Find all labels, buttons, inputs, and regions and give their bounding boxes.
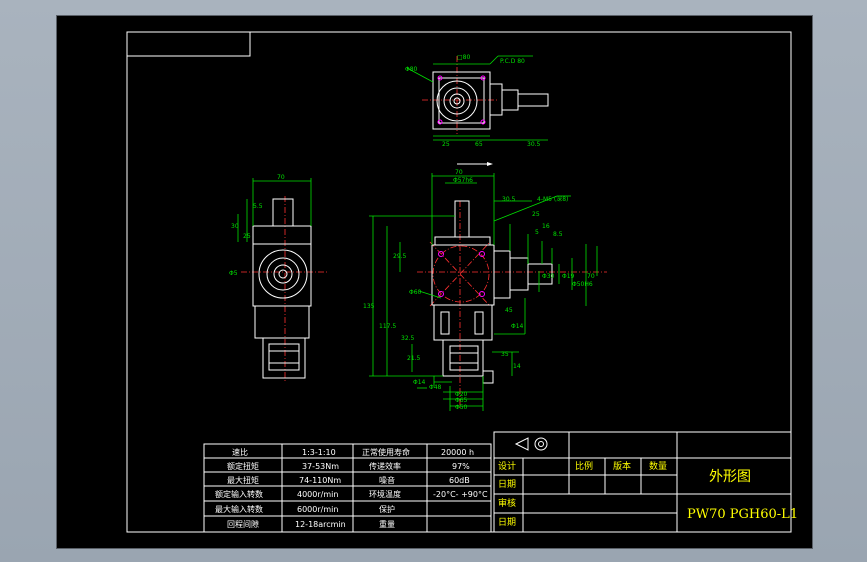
spec-value: 74-110Nm [299, 476, 341, 485]
dim-front-phi48: Φ48 [429, 384, 442, 391]
dim-front-16: 16 [542, 223, 550, 230]
dim-front-135: 135 [363, 303, 375, 310]
spec-table-text: 速比 1:3-1:10 正常使用寿命 20000 h 额定扭矩 37-53Nm … [215, 447, 488, 529]
dim-side-30: 30 [231, 223, 239, 230]
dim-side-phi5: Φ5 [229, 270, 238, 277]
spec-label: 正常使用寿命 [362, 447, 410, 457]
drawing-sheet: □80 P.C.D 80 Φ80 25 65 30.5 70 5.5 30 25… [56, 15, 813, 549]
spec-label: 环境温度 [369, 489, 401, 499]
dim-side-25: 25 [243, 233, 251, 240]
dim-front-30-5: 30.5 [502, 196, 516, 203]
dim-front-phi60: Φ60 [409, 289, 422, 296]
tb-date-label: 日期 [498, 479, 516, 490]
tb-review-label: 审核 [498, 497, 516, 509]
dim-top-65: 65 [475, 141, 483, 148]
spec-value: 1:3-1:10 [302, 448, 336, 457]
front-view [369, 173, 607, 411]
dim-front-117-5: 117.5 [379, 323, 396, 330]
corner-title-box [126, 31, 251, 57]
dim-front-5: 5 [535, 229, 539, 236]
dim-side-70: 70 [277, 174, 285, 181]
cad-viewport: □80 P.C.D 80 Φ80 25 65 30.5 70 5.5 30 25… [0, 0, 867, 562]
spec-value: 20000 h [441, 448, 474, 457]
model-number: PW70 PGH60-L1 [687, 507, 798, 522]
drawing-canvas: □80 P.C.D 80 Φ80 25 65 30.5 70 5.5 30 25… [126, 31, 798, 533]
spec-value: 97% [452, 462, 470, 471]
spec-label: 噪音 [379, 475, 395, 485]
dim-front-45: 45 [505, 307, 513, 314]
dim-top-30-5: 30.5 [527, 141, 541, 148]
dim-front-phi19: Φ19 [562, 273, 575, 280]
dim-front-35: 35 [501, 351, 509, 358]
spec-value: 6000r/min [297, 505, 338, 514]
tb-design-label: 设计 [498, 460, 516, 472]
spec-label: 最大扭矩 [227, 475, 259, 485]
dim-front-8-5: 8.5 [553, 231, 563, 238]
spec-value: 60dB [449, 476, 470, 485]
spec-value: 12-18arcmin [295, 520, 346, 529]
dim-front-70b: 70 [587, 273, 595, 280]
dim-front-4-m5: 4-M5 (深8) [537, 195, 568, 203]
dim-front-phi65: Φ65 [455, 397, 468, 404]
dim-top-pcd: P.C.D 80 [500, 58, 525, 65]
dim-front-14: 14 [513, 363, 521, 370]
spec-value: -20°C- +90°C [433, 490, 488, 499]
dim-front-29-5: 29.5 [393, 253, 407, 260]
dim-front-phi50h6: Φ50H6 [572, 281, 593, 288]
dim-front-25: 25 [532, 211, 540, 218]
dim-side-5-5: 5.5 [253, 203, 263, 210]
spec-value: 37-53Nm [302, 462, 339, 471]
inner-frame [126, 31, 792, 533]
side-view [237, 178, 329, 381]
drawing-title: 外形图 [709, 469, 751, 485]
dim-front-70: 70 [455, 169, 463, 176]
dim-front-21-5: 21.5 [407, 355, 421, 362]
dim-front-phi14: Φ14 [413, 379, 426, 386]
spec-label: 额定扭矩 [227, 461, 259, 471]
tb-quantity-label: 数量 [649, 460, 667, 472]
tb-scale-label: 比例 [575, 460, 593, 472]
front-view-labels: □80 P.C.D 80 Φ80 25 65 30.5 70 5.5 30 25… [229, 54, 595, 411]
tb-version-label: 版本 [613, 460, 631, 472]
dim-top-80: □80 [457, 54, 470, 61]
tb-date2-label: 日期 [498, 517, 516, 528]
dim-front-phi57: Φ57h6 [453, 177, 473, 184]
dim-top-25: 25 [442, 141, 450, 148]
spec-label: 速比 [232, 447, 248, 457]
spec-label: 传递效率 [369, 461, 401, 471]
dim-front-phi14b: Φ14 [511, 323, 524, 330]
dim-front-phi50: Φ50 [455, 404, 468, 411]
spec-label: 额定输入转数 [215, 489, 263, 499]
dim-top-phi80: Φ80 [405, 66, 418, 73]
dim-front-32-5: 32.5 [401, 335, 415, 342]
spec-label: 最大输入转数 [215, 504, 263, 514]
spec-label: 保护 [379, 504, 395, 514]
top-view [406, 55, 549, 166]
spec-label: 重量 [379, 519, 395, 529]
dim-front-phi30: Φ30 [542, 273, 555, 280]
spec-table [203, 443, 492, 533]
spec-value: 4000r/min [297, 490, 338, 499]
spec-label: 回程间隙 [227, 519, 259, 529]
